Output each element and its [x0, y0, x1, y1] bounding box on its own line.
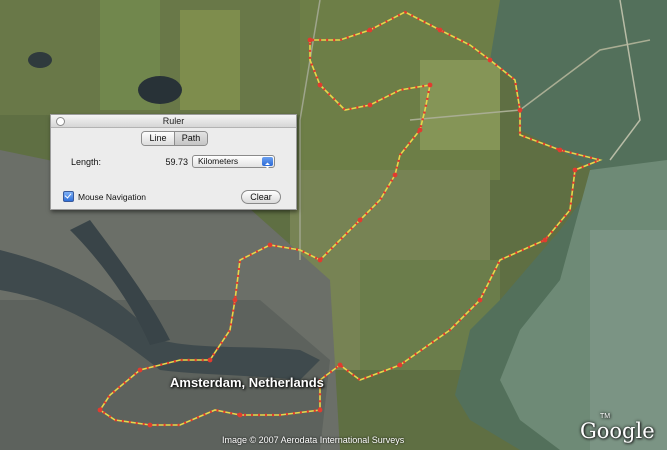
length-label: Length:: [71, 157, 102, 167]
ruler-titlebar[interactable]: Ruler: [51, 115, 296, 128]
mouse-navigation-label: Mouse Navigation: [78, 191, 147, 202]
mouse-navigation-option[interactable]: Mouse Navigation: [63, 191, 146, 202]
ruler-title: Ruler: [162, 116, 185, 126]
tab-line[interactable]: Line: [142, 132, 174, 145]
copyright-text: Image © 2007 Aerodata International Surv…: [222, 435, 405, 445]
tab-path[interactable]: Path: [174, 132, 207, 145]
satellite-map[interactable]: [0, 0, 667, 450]
trademark-mark: TM: [600, 413, 611, 420]
google-logo-text: Google: [580, 419, 655, 443]
unit-select-value: Kilometers: [198, 156, 239, 166]
mouse-navigation-checkbox[interactable]: [63, 191, 74, 202]
ruler-panel: Ruler Line Path Length: 59.73 Kilometers…: [50, 114, 297, 210]
place-label: Amsterdam, Netherlands: [170, 375, 324, 390]
ruler-tabs: Line Path: [141, 131, 208, 146]
google-logo: Google TM: [580, 413, 655, 443]
clear-button[interactable]: Clear: [241, 190, 281, 204]
length-value: 59.73: [165, 157, 188, 167]
chevron-updown-icon: [262, 157, 273, 169]
unit-select[interactable]: Kilometers: [192, 155, 275, 169]
